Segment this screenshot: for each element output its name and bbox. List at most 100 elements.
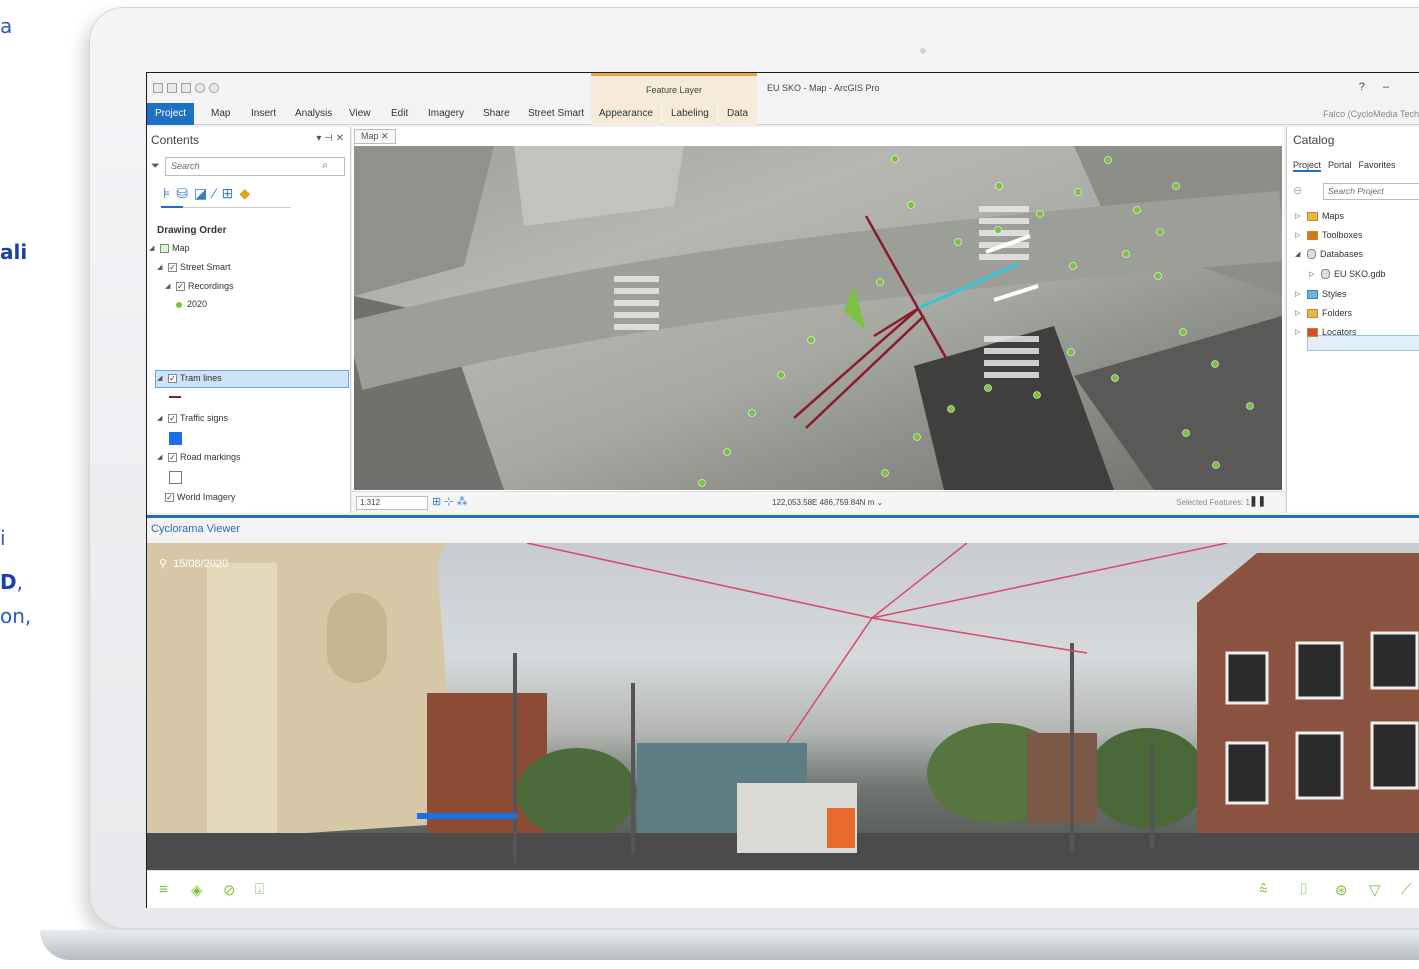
pane-controls[interactable]: ▾ ⊣ ✕ xyxy=(316,133,344,144)
catalog-item-label: Maps xyxy=(1322,211,1345,221)
overlay-icon[interactable]: ⊛ xyxy=(1335,881,1348,899)
road xyxy=(354,191,1282,390)
visibility-checkbox[interactable]: ✓ xyxy=(168,452,177,462)
toc-map[interactable]: ◢ Map xyxy=(149,243,190,253)
elevation-icon[interactable]: ⩯ xyxy=(1259,881,1268,898)
expand-icon[interactable]: ▷ xyxy=(1295,328,1303,336)
map-status-tools: ⊞⊹⁂ xyxy=(432,495,470,508)
laptop-base xyxy=(40,930,1419,960)
catalog-item-folders[interactable]: ▷ Folders xyxy=(1295,308,1352,318)
snapping-icon[interactable]: ⁂ xyxy=(456,496,470,508)
navigator-icon[interactable]: ⊹ xyxy=(444,496,456,508)
menu-icon[interactable]: ≡ xyxy=(159,881,168,898)
tab-insert[interactable]: Insert xyxy=(243,103,284,125)
feature-layer-context-tab: Feature Layer xyxy=(591,73,757,103)
redo-icon[interactable] xyxy=(209,83,219,93)
editing-icon[interactable]: ⁄ xyxy=(213,185,215,202)
selection-icon[interactable]: ◪ xyxy=(194,185,207,202)
tab-labeling[interactable]: Labeling xyxy=(663,103,717,125)
traffic-sign-symbol xyxy=(169,432,182,445)
expand-icon[interactable]: ◢ xyxy=(157,263,165,271)
visibility-checkbox[interactable]: ✓ xyxy=(168,413,177,423)
expand-icon[interactable]: ▷ xyxy=(1295,290,1303,298)
map-canvas[interactable] xyxy=(354,146,1282,490)
catalog-item-locators[interactable]: ▷ Locators xyxy=(1295,327,1357,337)
expand-icon[interactable]: ▷ xyxy=(1309,270,1317,278)
toc-road-markings[interactable]: ◢ ✓ Road markings xyxy=(157,452,241,462)
tab-data[interactable]: Data xyxy=(719,103,757,125)
tab-project[interactable]: Project xyxy=(147,103,195,125)
expand-icon[interactable]: ▷ xyxy=(1295,231,1303,239)
tab-map[interactable]: Map xyxy=(203,103,238,125)
scale-selector[interactable]: 1:312 xyxy=(356,496,428,510)
drawing-order-icon[interactable]: ⊧ xyxy=(163,185,170,202)
toc-recordings[interactable]: ◢ ✓ Recordings xyxy=(165,281,234,291)
filter-icon[interactable]: ⏷ xyxy=(151,160,160,173)
catalog-item-databases[interactable]: ◢ Databases xyxy=(1295,249,1363,259)
catalog-item-maps[interactable]: ▷ Maps xyxy=(1295,211,1344,221)
toc-year-label: 2020 xyxy=(187,299,208,309)
measure-point-icon[interactable]: ⌷ xyxy=(1299,881,1308,898)
cyclorama-panorama[interactable]: ⚲ 15/08/2020 xyxy=(147,543,1419,870)
signed-in-user[interactable]: Falco (CycloMedia Tech xyxy=(1323,109,1419,119)
expand-icon[interactable]: ◢ xyxy=(157,414,165,422)
visibility-checkbox[interactable]: ✓ xyxy=(176,281,185,291)
expand-icon[interactable]: ▷ xyxy=(1295,309,1303,317)
selected-features-count[interactable]: Selected Features: 1 xyxy=(1176,498,1250,507)
catalog-item-toolboxes[interactable]: ▷ Toolboxes xyxy=(1295,230,1363,240)
save-icon[interactable] xyxy=(181,83,191,93)
contents-search-input[interactable]: Search ⌕ xyxy=(165,157,345,176)
truck-stripe xyxy=(827,808,855,848)
visibility-checkbox[interactable]: ✓ xyxy=(165,492,174,502)
search-icon[interactable]: ⌕ xyxy=(322,160,328,171)
tab-appearance[interactable]: Appearance xyxy=(591,103,661,125)
minimize-button[interactable]: – xyxy=(1383,81,1407,93)
toc-street-smart[interactable]: ◢ ✓ Street Smart xyxy=(157,262,231,272)
labeling-icon[interactable]: ◆ xyxy=(239,185,250,202)
toc-tram-lines[interactable]: ◢ ✓ Tram lines xyxy=(157,373,222,383)
grid-icon[interactable]: ⊞ xyxy=(432,496,444,508)
back-icon[interactable]: ⊖ xyxy=(1293,184,1302,197)
catalog-search-input[interactable]: Search Project xyxy=(1323,183,1419,200)
surface-icon[interactable]: ▽ xyxy=(1369,881,1381,899)
snapping-icon[interactable]: ⊞ xyxy=(222,185,234,202)
catalog-tab-favorites[interactable]: Favorites xyxy=(1359,160,1396,172)
tab-analysis[interactable]: Analysis xyxy=(287,103,340,125)
data-source-icon[interactable]: ⛁ xyxy=(176,185,188,202)
expand-icon[interactable]: ◢ xyxy=(1295,250,1303,258)
ruler-icon[interactable]: ⟋ xyxy=(1401,881,1412,898)
pause-drawing-icon[interactable]: ❚❚ xyxy=(1249,496,1266,507)
zoom-icon[interactable]: ⚲ xyxy=(159,557,167,570)
tab-imagery[interactable]: Imagery xyxy=(420,103,472,125)
visibility-checkbox[interactable]: ✓ xyxy=(168,262,177,272)
expand-icon[interactable]: ▷ xyxy=(1295,212,1303,220)
layers-icon[interactable]: ◈ xyxy=(191,881,203,899)
new-icon[interactable] xyxy=(153,83,163,93)
tab-street-smart[interactable]: Street Smart xyxy=(520,103,592,125)
hide-icon[interactable]: ⊘ xyxy=(223,881,236,899)
map-view-tab[interactable]: Map ✕ xyxy=(354,129,396,144)
toc-world-imagery[interactable]: ✓ World Imagery xyxy=(165,492,235,502)
open-icon[interactable] xyxy=(167,83,177,93)
toc-traffic-signs[interactable]: ◢ ✓ Traffic signs xyxy=(157,413,228,423)
expand-icon[interactable]: ◢ xyxy=(157,374,165,382)
catalog-item-label: EU SKO.gdb xyxy=(1334,269,1386,279)
tab-share[interactable]: Share xyxy=(475,103,518,125)
search-placeholder: Search xyxy=(171,161,200,171)
visibility-checkbox[interactable]: ✓ xyxy=(168,373,177,383)
help-button[interactable]: ? xyxy=(1359,81,1383,93)
catalog-tab-project[interactable]: Project xyxy=(1293,160,1322,172)
catalog-item-gdb[interactable]: ▷ EU SKO.gdb xyxy=(1309,269,1386,279)
expand-icon[interactable]: ◢ xyxy=(157,453,165,461)
close-icon[interactable]: ✕ xyxy=(381,131,389,141)
undo-icon[interactable] xyxy=(195,83,205,93)
expand-icon[interactable]: ◢ xyxy=(165,282,173,290)
expand-icon[interactable]: ◢ xyxy=(149,244,157,252)
coordinate-readout[interactable]: 122,053.58E 486,759.84N m ⌄ xyxy=(772,498,883,507)
tab-edit[interactable]: Edit xyxy=(383,103,416,125)
tab-view[interactable]: View xyxy=(341,103,379,125)
catalog-item-styles[interactable]: ▷ Styles xyxy=(1295,289,1347,299)
catalog-tab-portal[interactable]: Portal xyxy=(1328,160,1352,172)
map-view-pane: Map ✕ 1:312 ⊞⊹⁂ 122,053.58E 486,759.84N … xyxy=(352,127,1284,513)
marker-icon[interactable]: ⍗ xyxy=(255,881,264,898)
